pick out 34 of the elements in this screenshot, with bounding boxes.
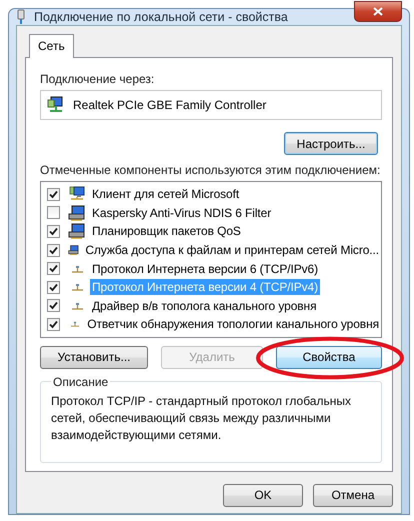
checkbox[interactable] [47,299,60,312]
component-item[interactable]: Протокол Интернета версии 6 (TCP/IPv6) [90,260,320,277]
component-item[interactable]: Планировщик пакетов QoS [90,223,243,240]
checkbox[interactable] [47,244,60,257]
network-service-icon [68,223,86,240]
dialog-button[interactable]: Отмена [313,484,393,507]
dialog-button[interactable]: OK [223,484,303,507]
component-button[interactable]: Свойства [276,346,382,369]
component-item[interactable]: Служба доступа к файлам и принтерам сетей Micro... [83,242,381,258]
components-label: Отмеченные компоненты используются этим подключением: [40,163,382,177]
tab[interactable]: Сеть [29,34,74,58]
description-text: Протокол TCP/IP - стандартный протокол глобальных сетей, обеспечивающий связь между различными взаимодействующими сетями. [51,392,352,444]
adapter-name: Realtek PCIe GBE Family Controller [73,98,266,112]
network-cable-icon [16,9,26,25]
connect-using-label: Подключение через: [40,72,156,86]
checkbox[interactable] [47,280,60,294]
component-item[interactable]: Ответчик обнаружения топологии канального уровня [85,316,381,332]
window-title: Подключение по локальной сети - свойства [34,10,289,24]
component-button[interactable]: Установить... [40,346,148,369]
component-item[interactable]: Драйвер в/в тополога канального уровня [90,298,318,314]
description-title: Описание [52,374,110,389]
checkbox[interactable] [47,224,60,238]
checkbox[interactable] [47,318,60,331]
component-item[interactable]: Kaspersky Anti-Virus NDIS 6 Filter [90,204,274,221]
network-service-icon [68,204,86,221]
checkbox[interactable] [47,206,60,220]
checkbox[interactable] [47,262,60,276]
configure-button[interactable]: Настроить... [284,132,378,155]
close-button[interactable] [354,0,402,22]
checkbox[interactable] [47,188,60,201]
network-client-icon [68,186,86,202]
network-adapter-icon [47,96,65,114]
component-item[interactable]: Клиент для сетей Microsoft [90,186,242,202]
close-icon [373,6,383,16]
